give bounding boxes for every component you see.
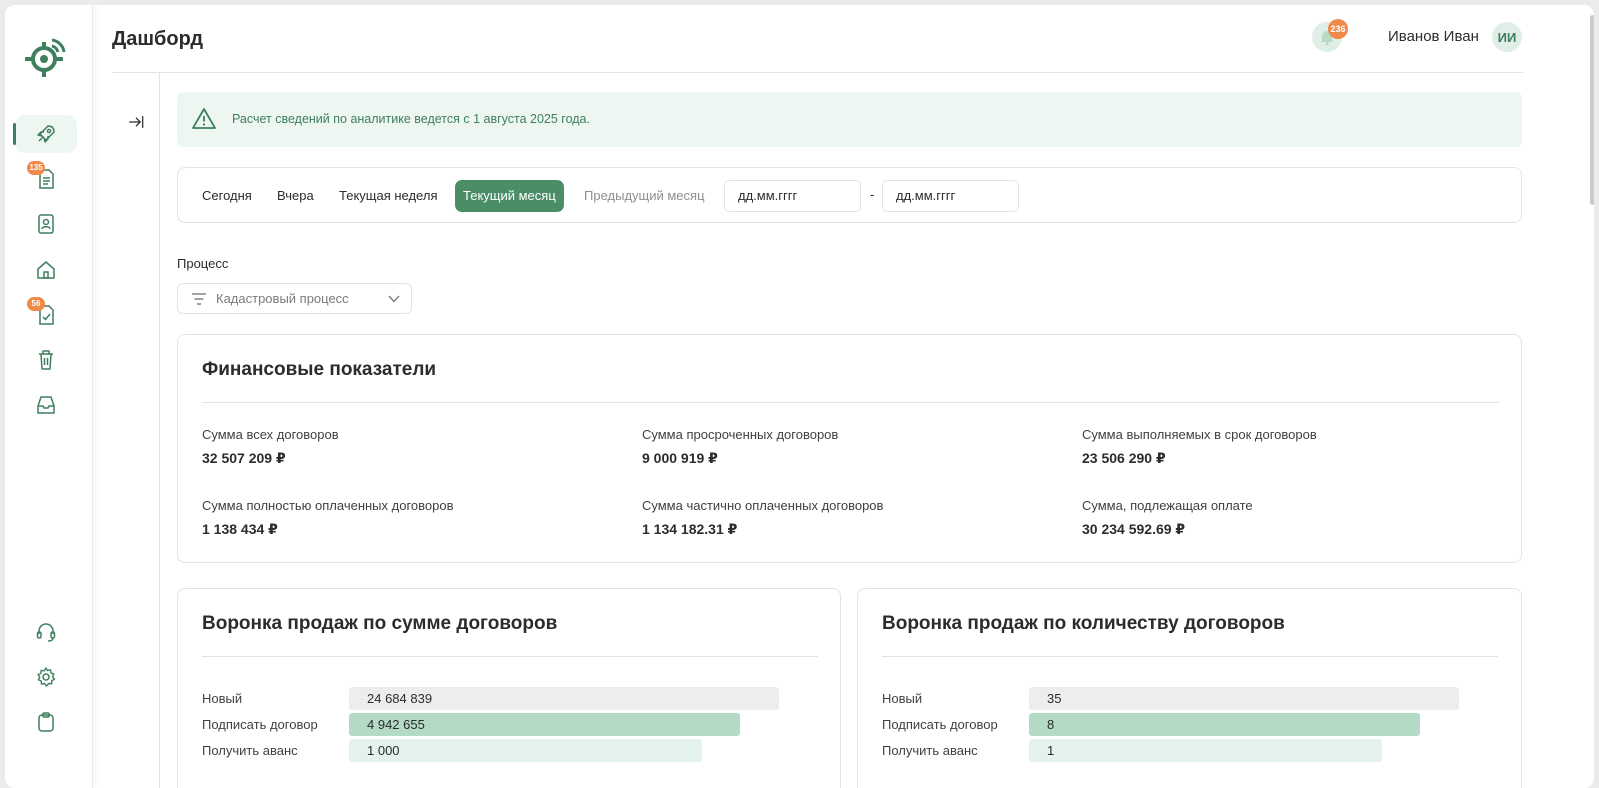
metric-value: 1 134 182.31 ₽ (642, 521, 738, 537)
metric-value: 1 138 434 ₽ (202, 521, 278, 537)
page-scrollbar[interactable] (1590, 15, 1594, 205)
sidebar-item-approvals[interactable]: 56 (15, 296, 77, 334)
period-week-button[interactable]: Текущая неделя (331, 180, 445, 212)
panel-divider (159, 72, 160, 788)
period-filter: Сегодня Вчера Текущая неделя Текущий мес… (177, 167, 1522, 223)
funnel-bar: 4 942 655 (349, 713, 740, 736)
funnel-bar: 1 (1029, 739, 1382, 762)
metric-label: Сумма всех договоров (202, 427, 339, 442)
funnel-bar: 35 (1029, 687, 1459, 710)
documents-badge: 135 (27, 161, 45, 175)
funnel-bar-value: 24 684 839 (367, 691, 433, 706)
app-window: 135 56 Дашборд 236 Иванов Иван ИИ Расчет… (5, 5, 1594, 788)
funnel-row-label: Получить аванс (882, 743, 978, 758)
funnel-row-label: Подписать договор (202, 717, 318, 732)
date-to-input[interactable]: дд.мм.гггг (882, 180, 1019, 212)
period-today-button[interactable]: Сегодня (194, 180, 260, 212)
filter-icon (192, 293, 206, 305)
metric-label: Сумма просроченных договоров (642, 427, 839, 442)
rocket-icon (37, 125, 55, 143)
headset-icon (36, 623, 56, 642)
process-select[interactable]: Кадастровый процесс (177, 283, 412, 314)
period-month-button[interactable]: Текущий месяц (455, 180, 564, 212)
alert-text: Расчет сведений по аналитике ведется с 1… (232, 112, 590, 126)
funnel-row-label: Новый (882, 691, 923, 706)
sidebar-item-settings[interactable] (15, 658, 77, 696)
metric-label: Сумма полностью оплаченных договоров (202, 498, 454, 513)
funnel-row-label: Подписать договор (882, 717, 998, 732)
finance-card: Финансовые показатели Сумма всех договор… (177, 334, 1522, 563)
funnel-bar: 24 684 839 (349, 687, 779, 710)
sidebar-item-contacts[interactable] (15, 205, 77, 243)
finance-divider (202, 402, 1499, 403)
funnel-sum-divider (202, 656, 818, 657)
funnel-bar: 8 (1029, 713, 1420, 736)
funnel-row-label: Новый (202, 691, 243, 706)
trash-icon (39, 350, 53, 370)
avatar[interactable]: ИИ (1492, 22, 1522, 52)
approvals-badge: 56 (27, 297, 45, 311)
metric-value: 32 507 209 ₽ (202, 450, 286, 466)
funnel-sum-card: Воронка продаж по сумме договоров Новый … (177, 588, 841, 788)
home-icon (37, 261, 55, 279)
contact-card-icon (38, 214, 54, 234)
sidebar-item-home[interactable] (15, 251, 77, 289)
date-from-input[interactable]: дд.мм.гггг (724, 180, 861, 212)
process-label: Процесс (177, 256, 229, 271)
sidebar-item-trash[interactable] (15, 341, 77, 379)
info-alert: Расчет сведений по аналитике ведется с 1… (177, 92, 1522, 147)
sidebar-item-support[interactable] (15, 613, 77, 651)
date-separator: - (870, 187, 875, 202)
chevron-down-icon (388, 295, 400, 303)
metric-label: Сумма выполняемых в срок договоров (1082, 427, 1317, 442)
clipboard-icon (38, 712, 54, 732)
process-select-value: Кадастровый процесс (216, 291, 349, 306)
header-divider (112, 72, 1523, 73)
user-name[interactable]: Иванов Иван (1388, 28, 1479, 45)
funnel-bar: 1 000 (349, 739, 702, 762)
warning-icon (192, 108, 216, 129)
sidebar-item-clipboard[interactable] (15, 703, 77, 741)
funnel-count-divider (882, 656, 1498, 657)
funnel-bar-value: 1 (1047, 743, 1055, 758)
sidebar-item-documents[interactable]: 135 (15, 160, 77, 198)
metric-value: 30 234 592.69 ₽ (1082, 521, 1186, 537)
metric-value: 23 506 290 ₽ (1082, 450, 1166, 466)
period-prev-month-button[interactable]: Предыдущий месяц (576, 180, 713, 212)
sidebar-item-inbox[interactable] (15, 386, 77, 424)
funnel-bar-value: 35 (1047, 691, 1062, 706)
funnel-sum-title: Воронка продаж по сумме договоров (202, 613, 558, 634)
period-yesterday-button[interactable]: Вчера (269, 180, 322, 212)
funnel-bar-value: 8 (1047, 717, 1055, 732)
metric-value: 9 000 919 ₽ (642, 450, 718, 466)
funnel-bar-value: 4 942 655 (367, 717, 425, 732)
page-title: Дашборд (112, 28, 204, 50)
logo-icon[interactable] (23, 33, 71, 81)
arrow-to-right-icon (129, 116, 144, 128)
metric-label: Сумма, подлежащая оплате (1082, 498, 1253, 513)
sidebar-item-rocket[interactable] (13, 115, 77, 153)
settings-icon (37, 667, 56, 687)
funnel-bar-value: 1 000 (367, 743, 400, 758)
funnel-row-label: Получить аванс (202, 743, 298, 758)
finance-title: Финансовые показатели (202, 359, 437, 380)
funnel-count-card: Воронка продаж по количеству договоров Н… (857, 588, 1522, 788)
metric-label: Сумма частично оплаченных договоров (642, 498, 884, 513)
funnel-count-title: Воронка продаж по количеству договоров (882, 613, 1285, 634)
sidebar: 135 56 (5, 5, 93, 788)
notifications-badge: 236 (1328, 19, 1348, 39)
collapse-panel-button[interactable] (124, 110, 148, 134)
inbox-icon (37, 396, 55, 414)
